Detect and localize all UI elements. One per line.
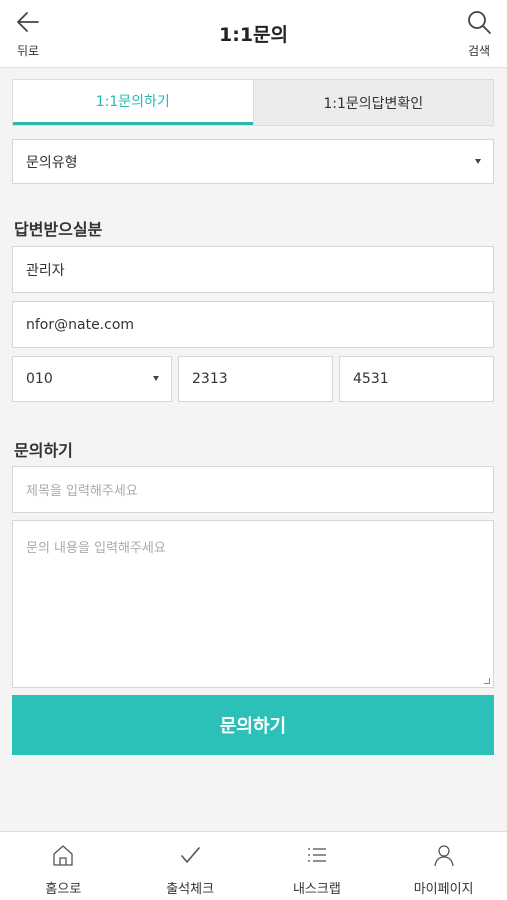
nav-scrap[interactable]: 내스크랩 [254, 832, 381, 900]
nav-home-label: 홈으로 [45, 882, 82, 897]
nav-attendance-label: 출석체크 [166, 882, 215, 897]
check-icon [177, 842, 203, 872]
recipient-section-title: 답변받으실분 [14, 220, 103, 239]
page-title: 1:1문의 [219, 24, 288, 46]
content-placeholder: 문의 내용을 입력해주세요 [26, 541, 166, 556]
nav-home[interactable]: 홈으로 [0, 832, 127, 900]
phone-middle-value: 2313 [192, 371, 228, 387]
subject-placeholder: 제목을 입력해주세요 [26, 484, 138, 499]
nav-scrap-label: 내스크랩 [292, 882, 341, 897]
nav-attendance[interactable]: 출석체크 [127, 832, 254, 900]
inquiry-section-title: 문의하기 [14, 441, 73, 460]
phone-middle-field[interactable]: 2313 [178, 356, 333, 402]
home-icon [50, 842, 76, 872]
nav-mypage-label: 마이페이지 [413, 882, 474, 897]
subject-input[interactable]: 제목을 입력해주세요 [12, 466, 494, 513]
name-value: 관리자 [26, 262, 65, 279]
submit-inquiry-button[interactable]: 문의하기 [12, 695, 494, 755]
nav-mypage[interactable]: 마이페이지 [380, 832, 507, 900]
phone-prefix-value: 010 [26, 371, 53, 387]
tab-inquiry[interactable]: 1:1문의하기 [13, 80, 253, 125]
email-value: nfor@nate.com [26, 316, 135, 333]
inquiry-tabs: 1:1문의하기 1:1문의답변확인 [12, 79, 494, 126]
bottom-nav: 홈으로 출석체크 내스크랩 마이페이지 [0, 831, 507, 900]
list-icon [304, 842, 330, 872]
caret-down-icon [153, 376, 159, 381]
search-button[interactable]: 검색 [457, 8, 501, 62]
tab-inquiry-answers[interactable]: 1:1문의답변확인 [252, 80, 493, 125]
email-field[interactable]: nfor@nate.com [12, 301, 494, 348]
content-textarea[interactable]: 문의 내용을 입력해주세요 [12, 520, 494, 688]
caret-down-icon [475, 158, 481, 164]
search-label: 검색 [467, 44, 491, 58]
person-icon [431, 842, 457, 872]
phone-last-value: 4531 [353, 371, 389, 387]
inquiry-type-select[interactable]: 문의유형 [12, 139, 494, 184]
name-field[interactable]: 관리자 [12, 246, 494, 293]
phone-prefix-select[interactable]: 010 [12, 356, 172, 402]
app-header: 뒤로 1:1문의 검색 [0, 0, 507, 68]
phone-last-field[interactable]: 4531 [339, 356, 494, 402]
inquiry-type-value: 문의유형 [26, 154, 78, 171]
resize-handle-icon[interactable] [484, 678, 490, 684]
search-icon [465, 8, 493, 40]
